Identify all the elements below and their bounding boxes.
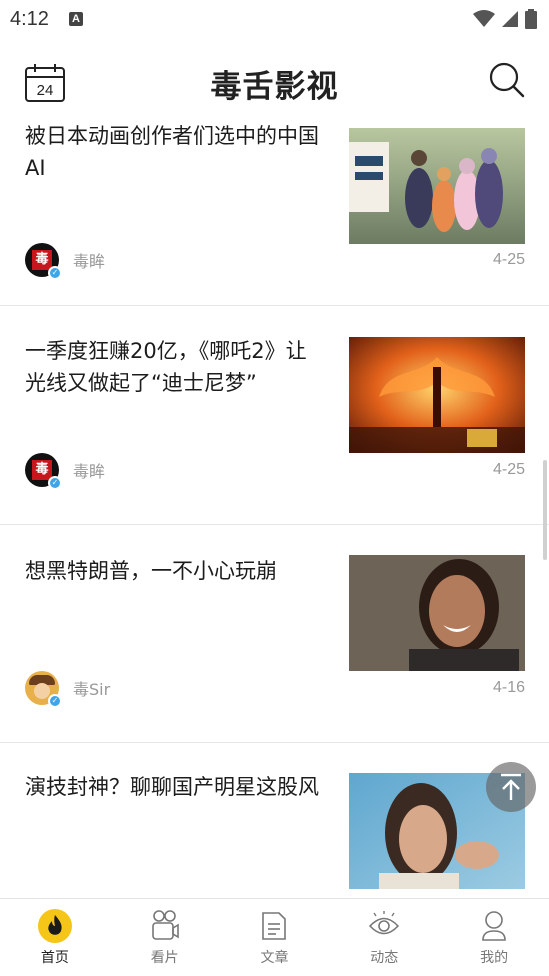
verified-icon: ✓ [48, 266, 62, 280]
avatar: ✓ [25, 671, 62, 708]
article-date: 4-25 [492, 461, 525, 478]
calendar-icon[interactable]: 24 [24, 63, 66, 103]
article-card[interactable]: 被日本动画创作者们选中的中国AI 毒 ✓ 毒眸 4-25 [0, 118, 549, 306]
bottom-tab-bar: 首页 看片 文章 动态 我的 [0, 898, 549, 976]
tab-label: 看片 [150, 950, 179, 966]
article-author[interactable]: 毒 ✓ 毒眸 [25, 243, 106, 280]
article-title: 被日本动画创作者们选中的中国AI [25, 124, 319, 180]
wifi-icon [473, 10, 495, 27]
scrollbar[interactable] [543, 460, 547, 560]
article-thumbnail [349, 128, 525, 244]
tab-label: 我的 [480, 950, 509, 966]
anime-poster-image [349, 128, 525, 244]
article-date: 4-16 [492, 679, 525, 696]
article-title: 想黑特朗普，一不小心玩崩 [25, 559, 277, 583]
notification-badge-icon: A [68, 12, 83, 26]
arrow-up-icon [501, 773, 521, 800]
search-icon[interactable] [489, 62, 525, 98]
article-date: 4-25 [492, 251, 525, 268]
article-author[interactable]: 毒 ✓ 毒眸 [25, 453, 106, 490]
article-author[interactable]: ✓ 毒Sir [25, 671, 111, 708]
nezha-fire-image [349, 337, 525, 453]
scroll-to-top-button[interactable] [486, 762, 536, 812]
user-icon [482, 911, 506, 941]
home-flame-icon [37, 909, 72, 943]
author-name: 毒Sir [73, 680, 111, 699]
tab-label: 首页 [40, 950, 69, 966]
article-card[interactable]: 演技封神？聊聊国产明星这股风 [0, 743, 549, 898]
laughing-woman-image [349, 555, 525, 671]
app-logo: 毒舌影视 [210, 68, 339, 105]
film-camera-icon [151, 910, 179, 940]
article-card[interactable]: 想黑特朗普，一不小心玩崩 ✓ 毒Sir 4-16 [0, 525, 549, 743]
tab-articles[interactable]: 文章 [220, 899, 330, 976]
tab-label: 动态 [370, 950, 399, 966]
tab-moments[interactable]: 动态 [329, 899, 439, 976]
article-card[interactable]: 一季度狂赚20亿，《哪吒2》让光线又做起了“迪士尼梦” 毒 ✓ 毒眸 4-25 [0, 307, 549, 525]
author-name: 毒眸 [73, 252, 106, 271]
eye-icon [369, 911, 400, 935]
avatar: 毒 ✓ [25, 453, 62, 490]
status-bar: 4:12 A [0, 0, 549, 38]
author-name: 毒眸 [73, 462, 106, 481]
battery-icon [525, 9, 537, 29]
status-icons [473, 9, 537, 29]
article-thumbnail [349, 337, 525, 453]
document-icon [262, 912, 287, 940]
tab-label: 文章 [260, 950, 289, 966]
tab-home[interactable]: 首页 [0, 899, 110, 976]
article-thumbnail [349, 555, 525, 671]
verified-icon: ✓ [48, 476, 62, 490]
verified-icon: ✓ [48, 694, 62, 708]
calendar-day: 24 [37, 82, 54, 99]
article-title: 演技封神？聊聊国产明星这股风 [25, 775, 319, 799]
signal-icon [502, 11, 518, 27]
status-time: 4:12 [10, 7, 49, 30]
article-feed: 被日本动画创作者们选中的中国AI 毒 ✓ 毒眸 4-25 一季度狂赚20亿，《哪… [0, 118, 549, 898]
avatar: 毒 ✓ [25, 243, 62, 280]
app-header: 24 毒舌影视 [0, 48, 549, 118]
tab-profile[interactable]: 我的 [439, 899, 549, 976]
tab-watch[interactable]: 看片 [110, 899, 220, 976]
article-title: 一季度狂赚20亿，《哪吒2》让光线又做起了“迪士尼梦” [25, 339, 307, 395]
